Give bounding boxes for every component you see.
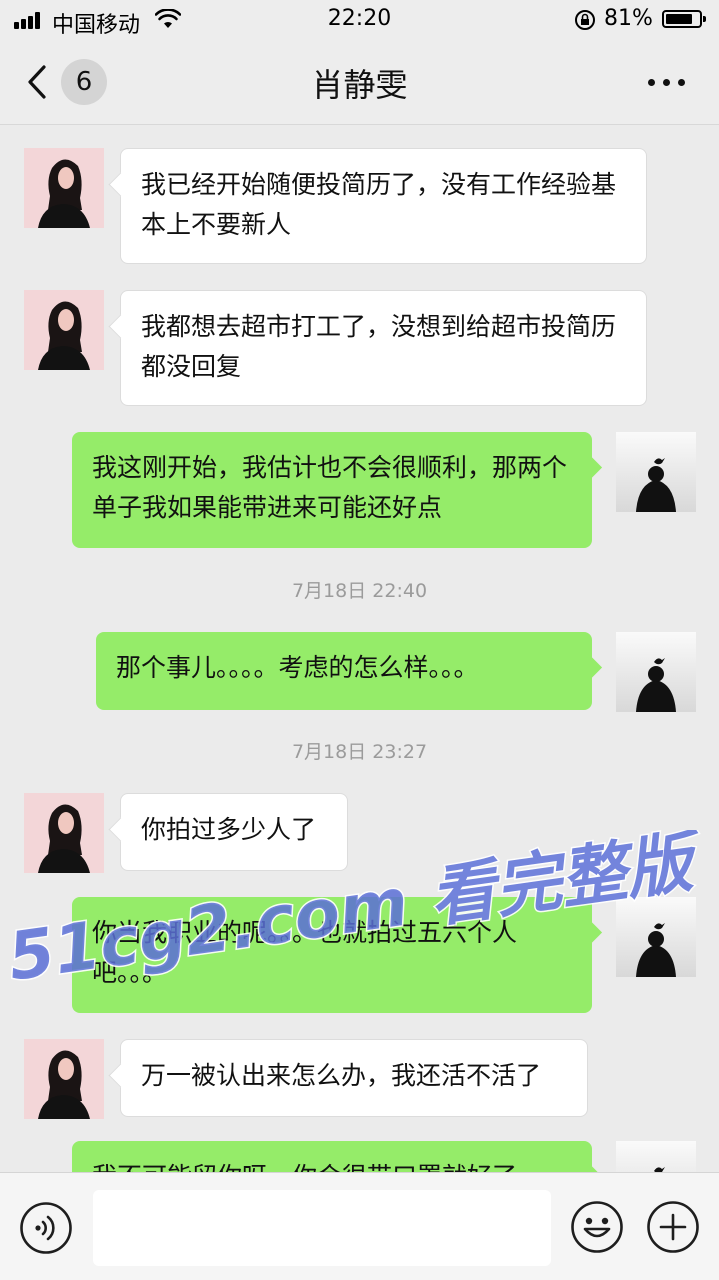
- timestamp: 7月18日 22:40: [291, 580, 428, 602]
- avatar-image: [38, 301, 90, 370]
- nav-bar: 6 肖静雯: [0, 40, 719, 125]
- plus-icon[interactable]: [646, 1200, 700, 1254]
- message-bubble-incoming[interactable]: 你拍过多少人了: [120, 793, 348, 871]
- message-bubble-outgoing[interactable]: 那个事儿。。。。考虑的怎么样。。。: [96, 632, 592, 710]
- message-list[interactable]: 我已经开始随便投简历了，没有工作经验基本上不要新人 我都想去超市打工了，没想到给…: [0, 125, 719, 1172]
- chat-title: 肖静雯: [311, 66, 408, 104]
- my-avatar[interactable]: [616, 632, 696, 712]
- avatar-image: [616, 897, 696, 977]
- rotation-lock-icon: [575, 10, 595, 30]
- battery-percent: 81%: [604, 6, 653, 31]
- message-bubble-incoming[interactable]: 我都想去超市打工了，没想到给超市投简历都没回复: [120, 290, 647, 406]
- message-text: 那个事儿。。。。考虑的怎么样。。。: [116, 653, 479, 682]
- message-text: 你拍过多少人了: [141, 815, 317, 844]
- contact-avatar[interactable]: [24, 290, 104, 370]
- input-bar: [0, 1172, 719, 1280]
- message-bubble-incoming[interactable]: 我已经开始随便投简历了，没有工作经验基本上不要新人: [120, 148, 647, 264]
- avatar-image: [38, 1050, 90, 1119]
- my-avatar[interactable]: [616, 1141, 696, 1172]
- message-text: 我这刚开始，我估计也不会很顺利，那两个单子我如果能带进来可能还好点: [92, 453, 568, 522]
- my-avatar[interactable]: [616, 432, 696, 512]
- message-text: 我不可能留你呀，你会很带口罩就好了: [92, 1162, 517, 1172]
- message-text: 万一被认出来怎么办，我还活不活了: [141, 1061, 542, 1090]
- status-bar: 中国移动 22:20 81%: [0, 0, 719, 40]
- more-icon[interactable]: [648, 79, 688, 87]
- message-text: 你当我职业的呢。。。也就拍过五六个人吧。。。: [92, 918, 518, 987]
- avatar-image: [616, 432, 696, 512]
- chat-screen: 中国移动 22:20 81% 6 肖静雯 我已经开始随便投简历了，没有工作经验基…: [0, 0, 719, 1280]
- contact-avatar[interactable]: [24, 148, 104, 228]
- battery-icon: [662, 10, 706, 28]
- avatar-image: [38, 804, 90, 873]
- contact-avatar[interactable]: [24, 793, 104, 873]
- emoji-icon[interactable]: [570, 1200, 624, 1254]
- message-text: 我已经开始随便投简历了，没有工作经验基本上不要新人: [141, 170, 617, 239]
- avatar-image: [38, 159, 90, 228]
- timestamp: 7月18日 23:27: [291, 741, 428, 763]
- message-text: 我都想去超市打工了，没想到给超市投简历都没回复: [141, 312, 617, 381]
- message-bubble-outgoing[interactable]: 我这刚开始，我估计也不会很顺利，那两个单子我如果能带进来可能还好点: [72, 432, 592, 548]
- message-bubble-outgoing[interactable]: 我不可能留你呀，你会很带口罩就好了: [72, 1141, 592, 1172]
- message-input[interactable]: [93, 1190, 551, 1266]
- avatar-image: [616, 1141, 696, 1172]
- avatar-image: [616, 632, 696, 712]
- contact-avatar[interactable]: [24, 1039, 104, 1119]
- message-bubble-incoming[interactable]: 万一被认出来怎么办，我还活不活了: [120, 1039, 588, 1117]
- voice-icon[interactable]: [19, 1201, 73, 1255]
- message-bubble-outgoing[interactable]: 你当我职业的呢。。。也就拍过五六个人吧。。。: [72, 897, 592, 1013]
- my-avatar[interactable]: [616, 897, 696, 977]
